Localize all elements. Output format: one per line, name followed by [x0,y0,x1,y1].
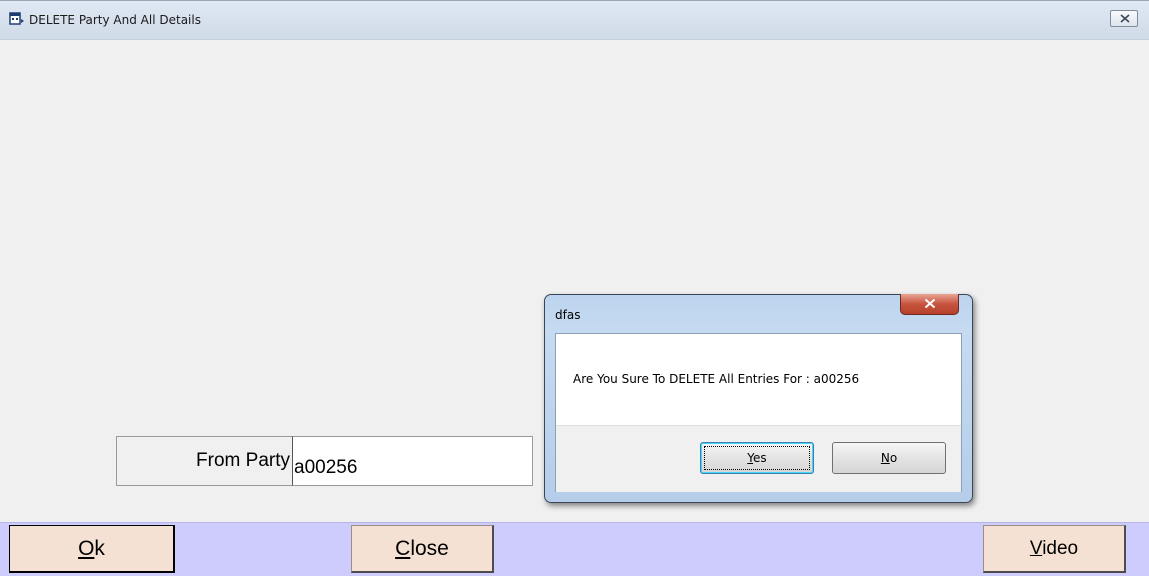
no-accel: N [880,451,890,465]
dialog-message: Are You Sure To DELETE All Entries For :… [573,372,860,386]
window-close-button[interactable] [1110,10,1138,27]
ok-button[interactable]: Ok [9,525,175,573]
close-icon [924,298,936,309]
dialog-title: dfas [555,308,581,322]
video-label-rest: ideo [1042,538,1079,559]
no-button[interactable]: No [832,442,946,474]
dialog-body: Are You Sure To DELETE All Entries For :… [555,333,962,492]
ok-label-rest: k [94,537,105,560]
focus-rectangle [704,446,810,470]
confirm-dialog: dfas Are You Sure To DELETE All Entries … [544,294,973,503]
dialog-close-button[interactable] [900,294,959,315]
from-party-input[interactable] [292,436,533,486]
dialog-footer: Yes No [556,425,961,492]
app-window-icon [9,12,24,25]
close-button[interactable]: Close [351,525,494,573]
video-accel: V [1029,538,1043,559]
no-label-rest: o [889,451,898,465]
close-accel: C [395,537,411,560]
from-party-label-box: From Party [116,436,293,486]
ok-accel: O [78,537,95,560]
title-bar: DELETE Party And All Details [0,1,1149,40]
from-party-label: From Party [196,450,290,471]
video-button[interactable]: Video [983,525,1126,573]
yes-button[interactable]: Yes [700,442,814,474]
close-label-rest: lose [410,537,449,560]
close-icon [1120,14,1130,23]
window-title: DELETE Party And All Details [29,13,201,27]
